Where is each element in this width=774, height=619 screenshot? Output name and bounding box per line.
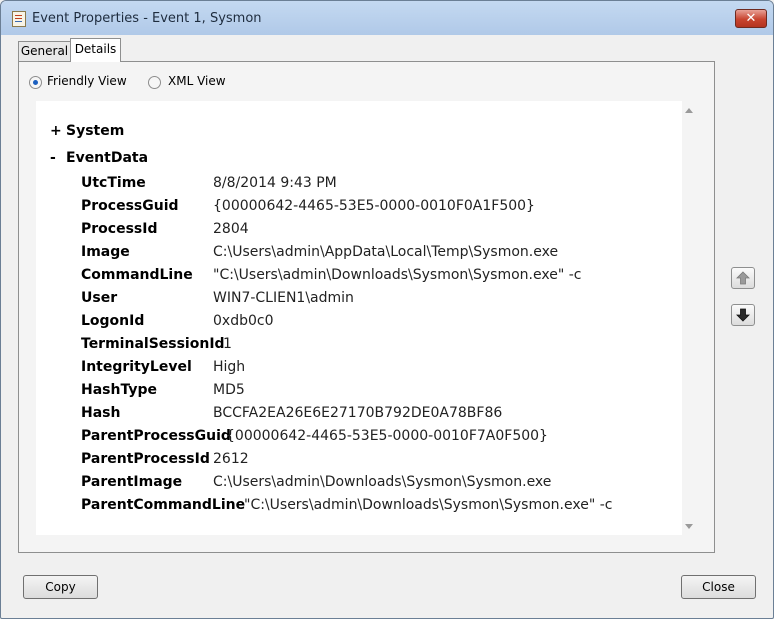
field-name: ProcessGuid [81, 198, 179, 214]
field-value: WIN7-CLIEN1\admin [213, 290, 354, 306]
field-value: MD5 [213, 382, 245, 398]
up-arrow-icon [736, 271, 750, 285]
field-name: CommandLine [81, 267, 193, 283]
field-value: C:\Users\admin\AppData\Local\Temp\Sysmon… [213, 244, 559, 260]
field-name: ParentImage [81, 474, 183, 490]
scroll-down-icon[interactable] [685, 524, 693, 529]
field-value: BCCFA2EA26E6E27170B792DE0A78BF86 [213, 405, 503, 421]
copy-button[interactable]: Copy [23, 575, 98, 599]
field-name: Hash [81, 405, 121, 421]
vertical-scrollbar[interactable] [682, 101, 696, 535]
next-event-button[interactable] [731, 304, 755, 326]
field-value: 1 [223, 336, 232, 352]
field-name: TerminalSessionId [81, 336, 225, 352]
section-label: EventData [66, 150, 149, 166]
collapse-toggle[interactable]: - [50, 150, 62, 166]
down-arrow-icon [736, 308, 750, 322]
field-name: UtcTime [81, 175, 146, 191]
field-name: ParentProcessGuid [81, 428, 231, 444]
field-name: User [81, 290, 118, 306]
expand-toggle[interactable]: + [50, 123, 62, 139]
field-value: "C:\Users\admin\Downloads\Sysmon\Sysmon.… [244, 497, 613, 513]
friendly-view-label[interactable]: Friendly View [47, 74, 127, 88]
tab-general[interactable]: General [18, 41, 71, 62]
field-name: IntegrityLevel [81, 359, 192, 375]
window-title: Event Properties - Event 1, Sysmon [32, 11, 262, 26]
field-value: C:\Users\admin\Downloads\Sysmon\Sysmon.e… [213, 474, 552, 490]
event-viewer-icon [12, 11, 26, 27]
field-value: 2804 [213, 221, 249, 237]
field-value: 2612 [213, 451, 249, 467]
close-button[interactable]: Close [681, 575, 756, 599]
xml-view-radio[interactable] [148, 76, 161, 89]
field-name: HashType [81, 382, 157, 398]
scroll-up-icon[interactable] [685, 108, 693, 113]
tab-details[interactable]: Details [70, 38, 121, 62]
field-name: ProcessId [81, 221, 158, 237]
title-bar[interactable]: Event Properties - Event 1, Sysmon ✕ [1, 1, 773, 35]
field-value: "C:\Users\admin\Downloads\Sysmon\Sysmon.… [213, 267, 582, 283]
friendly-view-radio[interactable] [29, 76, 42, 89]
window-close-button[interactable]: ✕ [735, 9, 767, 28]
field-value: {00000642-4465-53E5-0000-0010F0A1F500} [213, 198, 535, 214]
section-label: System [66, 123, 125, 139]
field-value: 0xdb0c0 [213, 313, 274, 329]
field-name: ParentCommandLine [81, 497, 246, 513]
event-details-content: + System - EventData UtcTime 8/8/2014 9:… [36, 101, 682, 535]
field-value: 8/8/2014 9:43 PM [213, 175, 337, 191]
field-name: LogonId [81, 313, 145, 329]
event-properties-window: Event Properties - Event 1, Sysmon ✕ Gen… [0, 0, 774, 619]
previous-event-button[interactable] [731, 267, 755, 289]
xml-view-label[interactable]: XML View [168, 74, 226, 88]
details-panel: Friendly View XML View + System - EventD… [18, 61, 715, 553]
field-name: ParentProcessId [81, 451, 210, 467]
field-value: {00000642-4465-53E5-0000-0010F7A0F500} [226, 428, 548, 444]
field-name: Image [81, 244, 130, 260]
field-value: High [213, 359, 246, 375]
